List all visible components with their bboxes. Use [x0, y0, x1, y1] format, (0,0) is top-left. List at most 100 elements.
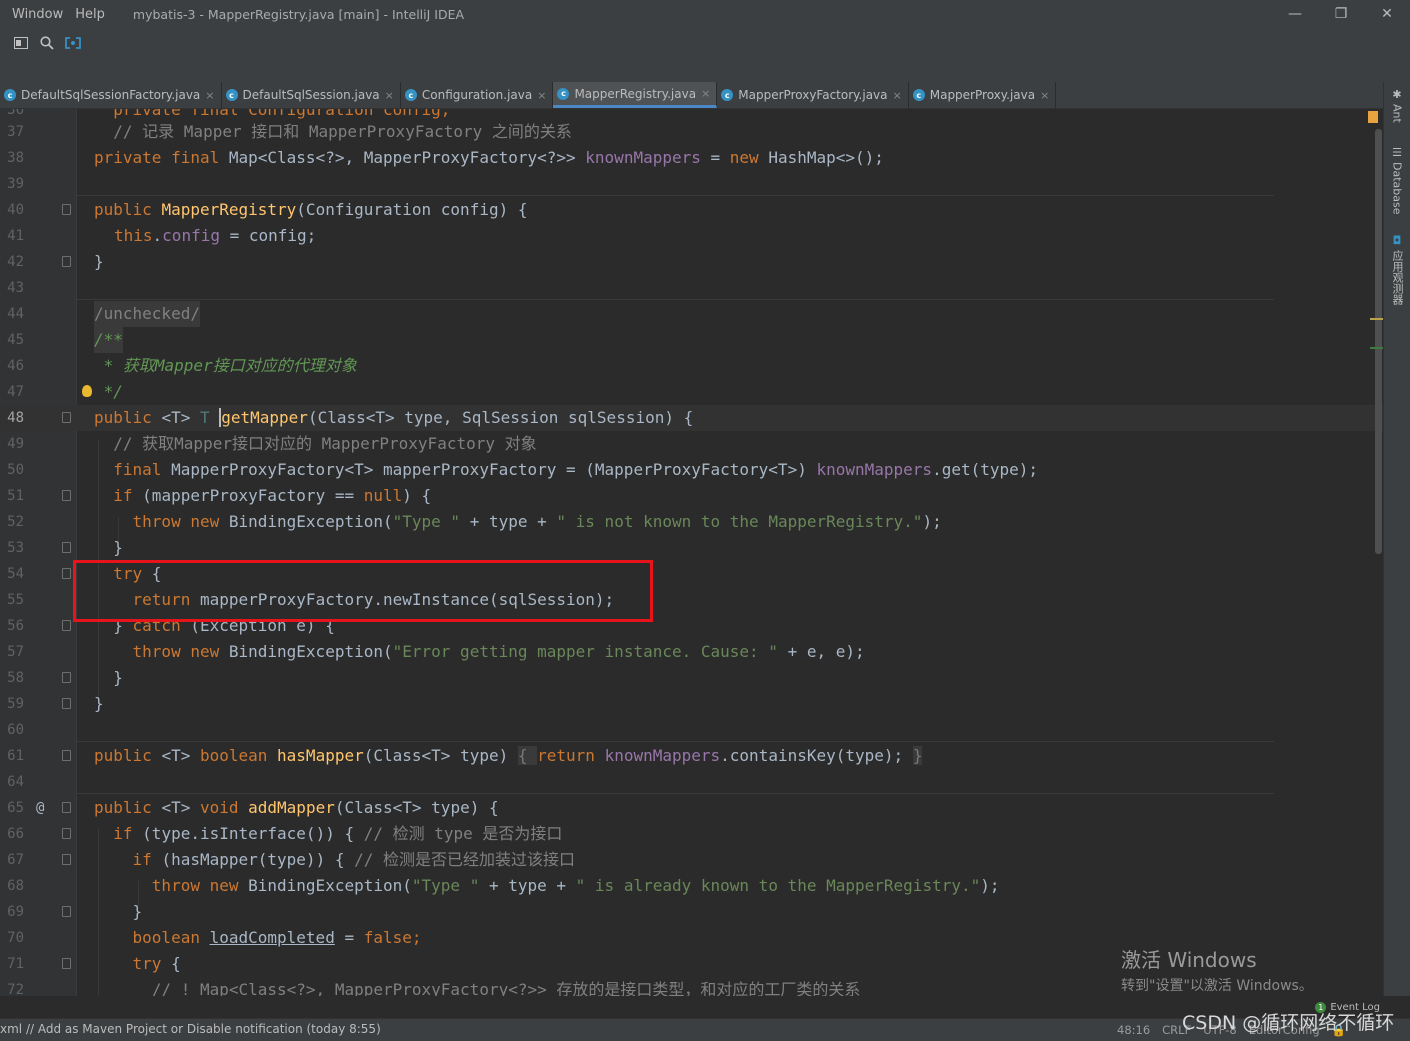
code-token: if — [94, 486, 143, 505]
fold-icon[interactable] — [62, 906, 71, 917]
tool-label: Database — [1390, 162, 1404, 215]
close-tab-icon[interactable]: × — [205, 89, 214, 102]
code-token: + type + — [479, 876, 576, 895]
fold-icon[interactable] — [62, 412, 71, 423]
fold-icon[interactable] — [62, 854, 71, 865]
line-number: 53 — [7, 540, 24, 556]
close-tab-icon[interactable]: × — [537, 89, 546, 102]
tool-app-monitor[interactable]: ◘ 应用观测器 — [1386, 234, 1408, 305]
class-icon: c — [721, 89, 734, 101]
tab-mapperproxyfactory[interactable]: c MapperProxyFactory.java × — [717, 82, 909, 108]
scrollbar-thumb[interactable] — [1375, 129, 1382, 554]
tab-defaultsqlsession[interactable]: c DefaultSqlSession.java × — [222, 82, 401, 108]
fold-icon[interactable] — [62, 672, 71, 683]
code-line: 53 } — [0, 535, 1384, 561]
code-text: throw new BindingException("Type " + typ… — [94, 509, 942, 535]
code-line: 49 // 获取Mapper接口对应的 MapperProxyFactory 对… — [0, 431, 1384, 457]
implemented-marker-icon[interactable]: @ — [36, 795, 44, 821]
code-text: throw new BindingException("Error gettin… — [94, 639, 865, 665]
tool-ant[interactable]: ✱ Ant — [1386, 88, 1408, 123]
menu-help[interactable]: Help — [75, 7, 105, 22]
line-number: 45 — [7, 332, 24, 348]
code-editor[interactable]: 36 private final Configuration config; 3… — [0, 109, 1384, 996]
vertical-scrollbar[interactable] — [1368, 109, 1384, 996]
fold-icon[interactable] — [62, 698, 71, 709]
code-token: <T> — [161, 408, 200, 427]
caret-position[interactable]: 48:16 — [1117, 1023, 1150, 1037]
fold-icon[interactable] — [62, 750, 71, 761]
code-token: public — [94, 200, 162, 219]
status-message[interactable]: xml // Add as Maven Project or Disable n… — [0, 1022, 381, 1036]
windows-activation-notice: 激活 Windows 转到"设置"以激活 Windows。 — [1121, 944, 1313, 995]
tab-defaultsqlsessionfactory[interactable]: c DefaultSqlSessionFactory.java × — [0, 82, 222, 108]
lightbulb-icon[interactable] — [82, 385, 92, 397]
fold-icon[interactable] — [62, 958, 71, 969]
close-tab-icon[interactable]: × — [893, 89, 902, 102]
code-comment: // 获取Mapper接口对应的 MapperProxyFactory 对象 — [94, 434, 537, 453]
line-number: 56 — [7, 618, 24, 634]
line-number: 43 — [7, 280, 24, 296]
restore-button[interactable]: ❐ — [1318, 0, 1364, 28]
code-token: . — [152, 226, 163, 245]
fold-icon[interactable] — [62, 568, 71, 579]
code-token: if — [94, 850, 162, 869]
fold-icon[interactable] — [62, 828, 71, 839]
code-token: knownMappers — [816, 460, 933, 479]
code-line: 60 — [0, 717, 1384, 743]
close-tab-icon[interactable]: × — [701, 87, 710, 100]
code-line: 46 * 获取Mapper接口对应的代理对象 — [0, 353, 1384, 379]
close-tab-icon[interactable]: × — [385, 89, 394, 102]
fold-icon[interactable] — [62, 620, 71, 631]
code-text: this.config = config; — [114, 223, 316, 249]
tool-database[interactable]: ☰ Database — [1386, 146, 1408, 215]
code-token: { — [171, 954, 181, 973]
minimize-button[interactable]: — — [1272, 0, 1318, 28]
close-button[interactable]: ✕ — [1364, 0, 1410, 28]
code-token: new — [729, 148, 769, 167]
line-number: 41 — [7, 228, 24, 244]
fold-icon[interactable] — [62, 256, 71, 267]
code-text: } — [94, 902, 143, 921]
line-number: 40 — [7, 202, 24, 218]
error-stripe-marker[interactable] — [1370, 318, 1384, 320]
code-token: HashMap<>(); — [768, 148, 884, 167]
line-number: 49 — [7, 436, 24, 452]
code-token: = — [700, 148, 730, 167]
close-tab-icon[interactable]: × — [1040, 89, 1049, 102]
fold-icon[interactable] — [62, 802, 71, 813]
code-text: if (mapperProxyFactory == null) { — [94, 483, 431, 509]
search-icon[interactable] — [34, 32, 60, 54]
error-stripe-marker[interactable] — [1370, 347, 1384, 349]
code-token: BindingException( — [228, 642, 393, 661]
line-number: 50 — [7, 462, 24, 478]
code-token: MapperRegistry — [161, 200, 297, 219]
code-token: return — [537, 746, 605, 765]
class-icon: c — [912, 89, 925, 101]
code-token: + e, e); — [777, 642, 865, 661]
tab-mapperproxy[interactable]: c MapperProxy.java × — [909, 82, 1057, 108]
code-token: try — [94, 954, 172, 973]
fold-icon[interactable] — [62, 490, 71, 501]
main-toolbar — [0, 28, 1410, 59]
code-text: private final Map<Class<?>, MapperProxyF… — [94, 145, 884, 171]
code-line: 59} — [0, 691, 1384, 717]
fold-icon[interactable] — [62, 204, 71, 215]
tab-configuration[interactable]: c Configuration.java × — [401, 82, 554, 108]
class-icon: c — [404, 89, 417, 101]
tab-label: MapperProxyFactory.java — [738, 88, 888, 102]
code-with-me-icon[interactable] — [60, 32, 86, 54]
tab-mapperregistry[interactable]: c MapperRegistry.java × — [553, 82, 718, 108]
menu-window[interactable]: Window — [12, 7, 63, 22]
code-token: final — [94, 460, 172, 479]
code-line: 51 if (mapperProxyFactory == null) { — [0, 483, 1384, 509]
line-number: 67 — [7, 852, 24, 868]
line-number: 64 — [7, 774, 24, 790]
code-text: public <T> T getMapper(Class<T> type, Sq… — [94, 405, 693, 431]
project-structure-icon[interactable] — [8, 32, 34, 54]
fold-icon[interactable] — [62, 542, 71, 553]
code-token: { — [517, 746, 538, 765]
code-token: boolean — [199, 746, 278, 765]
code-text: public <T> boolean hasMapper(Class<T> ty… — [94, 743, 923, 769]
warning-marker[interactable] — [1368, 111, 1378, 123]
code-javadoc: * 获取Mapper接口对应的代理对象 — [94, 356, 357, 375]
